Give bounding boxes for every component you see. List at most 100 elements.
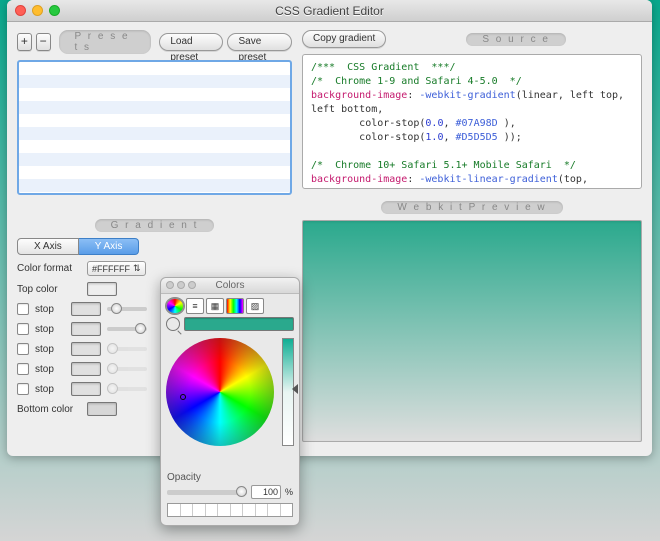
minimize-icon[interactable] [32,5,43,16]
titlebar: CSS Gradient Editor [7,0,652,22]
stop-checkbox[interactable] [17,303,29,315]
close-icon[interactable] [15,5,26,16]
color-wheel[interactable] [166,338,274,446]
stop-offset-slider[interactable] [107,327,147,331]
color-wheel-area [166,338,294,468]
code-text: , [395,188,401,189]
color-format-row: Color format #FFFFFF ⇅ [17,261,292,276]
bottom-color-swatch[interactable] [87,402,117,416]
code-comment: /* Chrome 1-9 and Safari 4-5.0 */ [311,76,522,87]
stop-swatch[interactable] [71,342,101,356]
presets-section-label: P r e s e t s [59,30,152,54]
zoom-icon[interactable] [49,5,60,16]
opacity-pct: % [285,487,293,497]
app-window: CSS Gradient Editor + − P r e s e t s Lo… [7,0,652,456]
code-comment: /* Chrome 10+ Safari 5.1+ Mobile Safari … [311,160,576,171]
code-text: color-stop( [311,118,425,129]
palettes-mode-icon[interactable]: ▦ [206,298,224,314]
copy-gradient-button[interactable]: Copy gradient [302,30,386,48]
code-func: -webkit-linear-gradient [419,174,557,185]
code-hex: #07A98D [456,118,498,129]
color-picker-modes: ≡ ▦ ▨ [161,294,299,314]
top-color-swatch[interactable] [87,282,117,296]
load-preset-button[interactable]: Load preset [159,33,223,51]
stop-checkbox[interactable] [17,363,29,375]
spectrum-mode-icon[interactable] [226,298,244,314]
stop-offset-slider[interactable] [107,347,147,351]
code-func: -webkit-gradient [419,90,515,101]
color-picker-titlebar: Colors [161,278,299,294]
stop-label: stop [35,384,65,395]
color-format-label: Color format [17,263,81,274]
add-preset-button[interactable]: + [17,33,32,51]
code-text: )); [498,132,522,143]
stop-offset-slider[interactable] [107,387,147,391]
source-toolbar: Copy gradient S o u r c e [302,30,642,48]
stop-swatch[interactable] [71,322,101,336]
close-icon[interactable] [166,281,174,289]
code-number: 0.0 [425,118,443,129]
color-swatch-chips[interactable] [167,503,293,517]
color-picker-title: Colors [216,280,245,291]
stop-label: stop [35,304,65,315]
save-preset-button[interactable]: Save preset [227,33,292,51]
window-title: CSS Gradient Editor [15,4,644,18]
stop-swatch[interactable] [71,382,101,396]
stop-checkbox[interactable] [17,343,29,355]
code-property: background-image [311,174,407,185]
color-picker-controls [166,281,196,289]
color-format-value: #FFFFFF [92,264,130,274]
sliders-mode-icon[interactable]: ≡ [186,298,204,314]
stop-checkbox[interactable] [17,323,29,335]
stop-checkbox[interactable] [17,383,29,395]
code-text: , [443,118,455,129]
brightness-thumb[interactable] [292,384,298,394]
opacity-label: Opacity [167,472,293,483]
magnifier-icon[interactable] [166,317,180,331]
code-number: 1.0 [425,132,443,143]
code-hex: #07A98D [311,188,395,189]
presets-list[interactable] [17,60,292,195]
stop-label: stop [35,344,65,355]
opacity-slider[interactable] [167,490,247,495]
code-text: ), [498,118,516,129]
webkit-preview [302,220,642,442]
color-picker-panel[interactable]: Colors ≡ ▦ ▨ Opacity 100 % [160,277,300,526]
window-controls [15,5,60,16]
opacity-section: Opacity 100 % [161,472,299,499]
wheel-mode-icon[interactable] [166,298,184,314]
stop-label: stop [35,324,65,335]
stop-offset-slider[interactable] [107,367,147,371]
stop-swatch[interactable] [71,302,101,316]
axis-segmented-control: X Axis Y Axis [17,238,292,255]
opacity-value[interactable]: 100 [251,485,281,499]
stop-offset-slider[interactable] [107,307,147,311]
minimize-icon[interactable] [177,281,185,289]
code-comment: /*** CSS Gradient ***/ [311,62,456,73]
source-section-label: S o u r c e [466,33,566,46]
right-column: Copy gradient S o u r c e /*** CSS Gradi… [302,30,642,442]
gradient-section-label: G r a d i e n t [95,219,215,232]
crayons-mode-icon[interactable]: ▨ [246,298,264,314]
presets-toolbar: + − P r e s e t s Load preset Save prese… [17,30,292,54]
code-text: , [443,132,455,143]
source-text[interactable]: /*** CSS Gradient ***/ /* Chrome 1-9 and… [302,54,642,189]
stop-label: stop [35,364,65,375]
code-hex: #D5D5D5 [456,132,498,143]
y-axis-tab[interactable]: Y Axis [79,238,140,255]
x-axis-tab[interactable]: X Axis [17,238,79,255]
zoom-icon[interactable] [188,281,196,289]
stop-swatch[interactable] [71,362,101,376]
color-preview-row [161,314,299,334]
code-text: color-stop( [311,132,425,143]
content-area: + − P r e s e t s Load preset Save prese… [7,22,652,456]
code-text: (top, [558,174,588,185]
chevron-updown-icon: ⇅ [133,263,141,274]
color-preview-swatch[interactable] [184,317,294,331]
remove-preset-button[interactable]: − [36,33,51,51]
top-color-label: Top color [17,284,81,295]
color-format-select[interactable]: #FFFFFF ⇅ [87,261,146,276]
code-property: background-image [311,90,407,101]
color-wheel-cursor[interactable] [180,394,186,400]
preview-section-label: W e b k i t P r e v i e w [381,201,562,214]
